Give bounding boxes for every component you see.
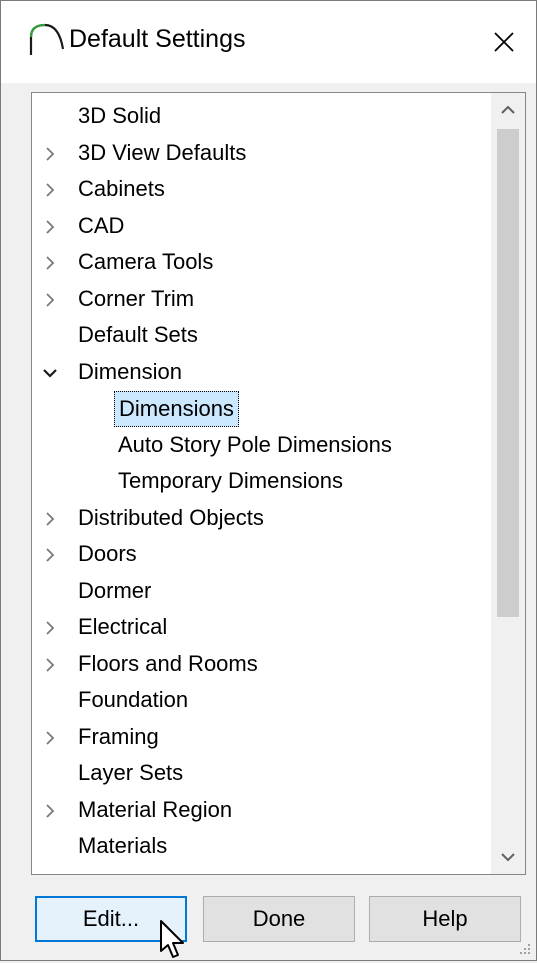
chevron-right-icon[interactable] bbox=[42, 146, 58, 162]
tree-item[interactable]: Default Sets bbox=[32, 318, 490, 354]
chevron-right-icon[interactable] bbox=[42, 182, 58, 198]
tree-item[interactable]: Auto Story Pole Dimensions bbox=[32, 428, 490, 464]
tree-item[interactable]: Dimensions bbox=[32, 391, 490, 427]
tree-item[interactable]: Material Region bbox=[32, 793, 490, 829]
chevron-right-icon[interactable] bbox=[42, 219, 58, 235]
tree-item-label: Layer Sets bbox=[78, 760, 184, 785]
chevron-right-icon[interactable] bbox=[42, 255, 58, 271]
tree-item-label: Camera Tools bbox=[78, 249, 214, 274]
tree-item-label: Dimensions bbox=[114, 391, 239, 427]
tree-item-label: Framing bbox=[78, 723, 159, 749]
tree-item-label: Auto Story Pole Dimensions bbox=[118, 431, 392, 457]
tree-item-label: Corner Trim bbox=[78, 285, 195, 311]
arch-icon bbox=[29, 23, 65, 55]
tree-item[interactable]: 3D View Defaults bbox=[32, 136, 490, 172]
tree-item[interactable]: Materials bbox=[32, 829, 490, 865]
tree-item[interactable]: Dimension bbox=[32, 355, 490, 391]
title-bar[interactable]: Default Settings bbox=[1, 1, 536, 83]
tree-item[interactable]: Dormer bbox=[32, 574, 490, 610]
tree-item-label: Default Sets bbox=[78, 322, 198, 347]
tree-item-label: Distributed Objects bbox=[78, 504, 264, 530]
chevron-right-icon[interactable] bbox=[42, 547, 58, 563]
chevron-right-icon[interactable] bbox=[42, 730, 58, 746]
chevron-right-icon[interactable] bbox=[42, 803, 58, 819]
tree-item-label: Temporary Dimensions bbox=[118, 468, 343, 493]
done-button[interactable]: Done bbox=[203, 896, 355, 942]
tree-item-label: CAD bbox=[78, 212, 125, 238]
chevron-right-icon[interactable] bbox=[42, 620, 58, 636]
tree-item[interactable]: Layer Sets bbox=[32, 756, 490, 792]
tree-item[interactable]: Electrical bbox=[32, 610, 490, 646]
tree-item[interactable]: Temporary Dimensions bbox=[32, 464, 490, 500]
resize-grip-icon[interactable] bbox=[518, 942, 532, 956]
help-button[interactable]: Help bbox=[369, 896, 521, 942]
chevron-right-icon[interactable] bbox=[42, 511, 58, 527]
tree-item-label: Cabinets bbox=[78, 176, 165, 201]
tree-item-label: Material Region bbox=[78, 796, 233, 822]
tree-item-label: Doors bbox=[78, 541, 137, 566]
tree-item[interactable]: Floors and Rooms bbox=[32, 647, 490, 683]
tree-item[interactable]: Distributed Objects bbox=[32, 501, 490, 537]
default-settings-dialog: Default Settings Materials Material Regio… bbox=[0, 0, 537, 961]
tree-item[interactable]: Doors bbox=[32, 537, 490, 573]
tree-item-label: Floors and Rooms bbox=[78, 650, 258, 676]
tree-item-label: Dormer bbox=[78, 577, 152, 603]
mouse-pointer-icon bbox=[160, 920, 184, 958]
tree-item[interactable]: Corner Trim bbox=[32, 282, 490, 318]
scroll-up-button[interactable] bbox=[491, 93, 525, 127]
tree-item[interactable]: Cabinets bbox=[32, 172, 490, 208]
tree-item[interactable]: Framing bbox=[32, 720, 490, 756]
tree-item[interactable]: Camera Tools bbox=[32, 245, 490, 281]
window-title: Default Settings bbox=[69, 25, 246, 53]
tree-item-label: 3D View Defaults bbox=[78, 139, 247, 165]
tree-item-label: 3D Solid bbox=[78, 103, 162, 128]
scroll-down-button[interactable] bbox=[491, 840, 525, 874]
tree-item-label: Electrical bbox=[78, 614, 168, 639]
tree-item[interactable]: CAD bbox=[32, 209, 490, 245]
tree-item[interactable]: 3D Solid bbox=[32, 99, 490, 135]
tree-item[interactable]: Foundation bbox=[32, 683, 490, 719]
close-button[interactable] bbox=[472, 1, 536, 83]
settings-tree[interactable]: Materials Material Region Layer Sets Framin… bbox=[31, 92, 526, 875]
vertical-scrollbar[interactable] bbox=[491, 93, 525, 874]
chevron-right-icon[interactable] bbox=[42, 657, 58, 673]
scroll-thumb[interactable] bbox=[497, 129, 519, 617]
tree-item-label: Foundation bbox=[78, 687, 189, 712]
chevron-down-icon bbox=[501, 853, 515, 862]
chevron-down-icon[interactable] bbox=[42, 365, 58, 381]
chevron-right-icon[interactable] bbox=[42, 292, 58, 308]
tree-item-label: Dimension bbox=[78, 358, 182, 384]
chevron-up-icon bbox=[501, 105, 515, 114]
tree-item-label: Materials bbox=[78, 833, 168, 858]
close-icon bbox=[494, 32, 514, 52]
